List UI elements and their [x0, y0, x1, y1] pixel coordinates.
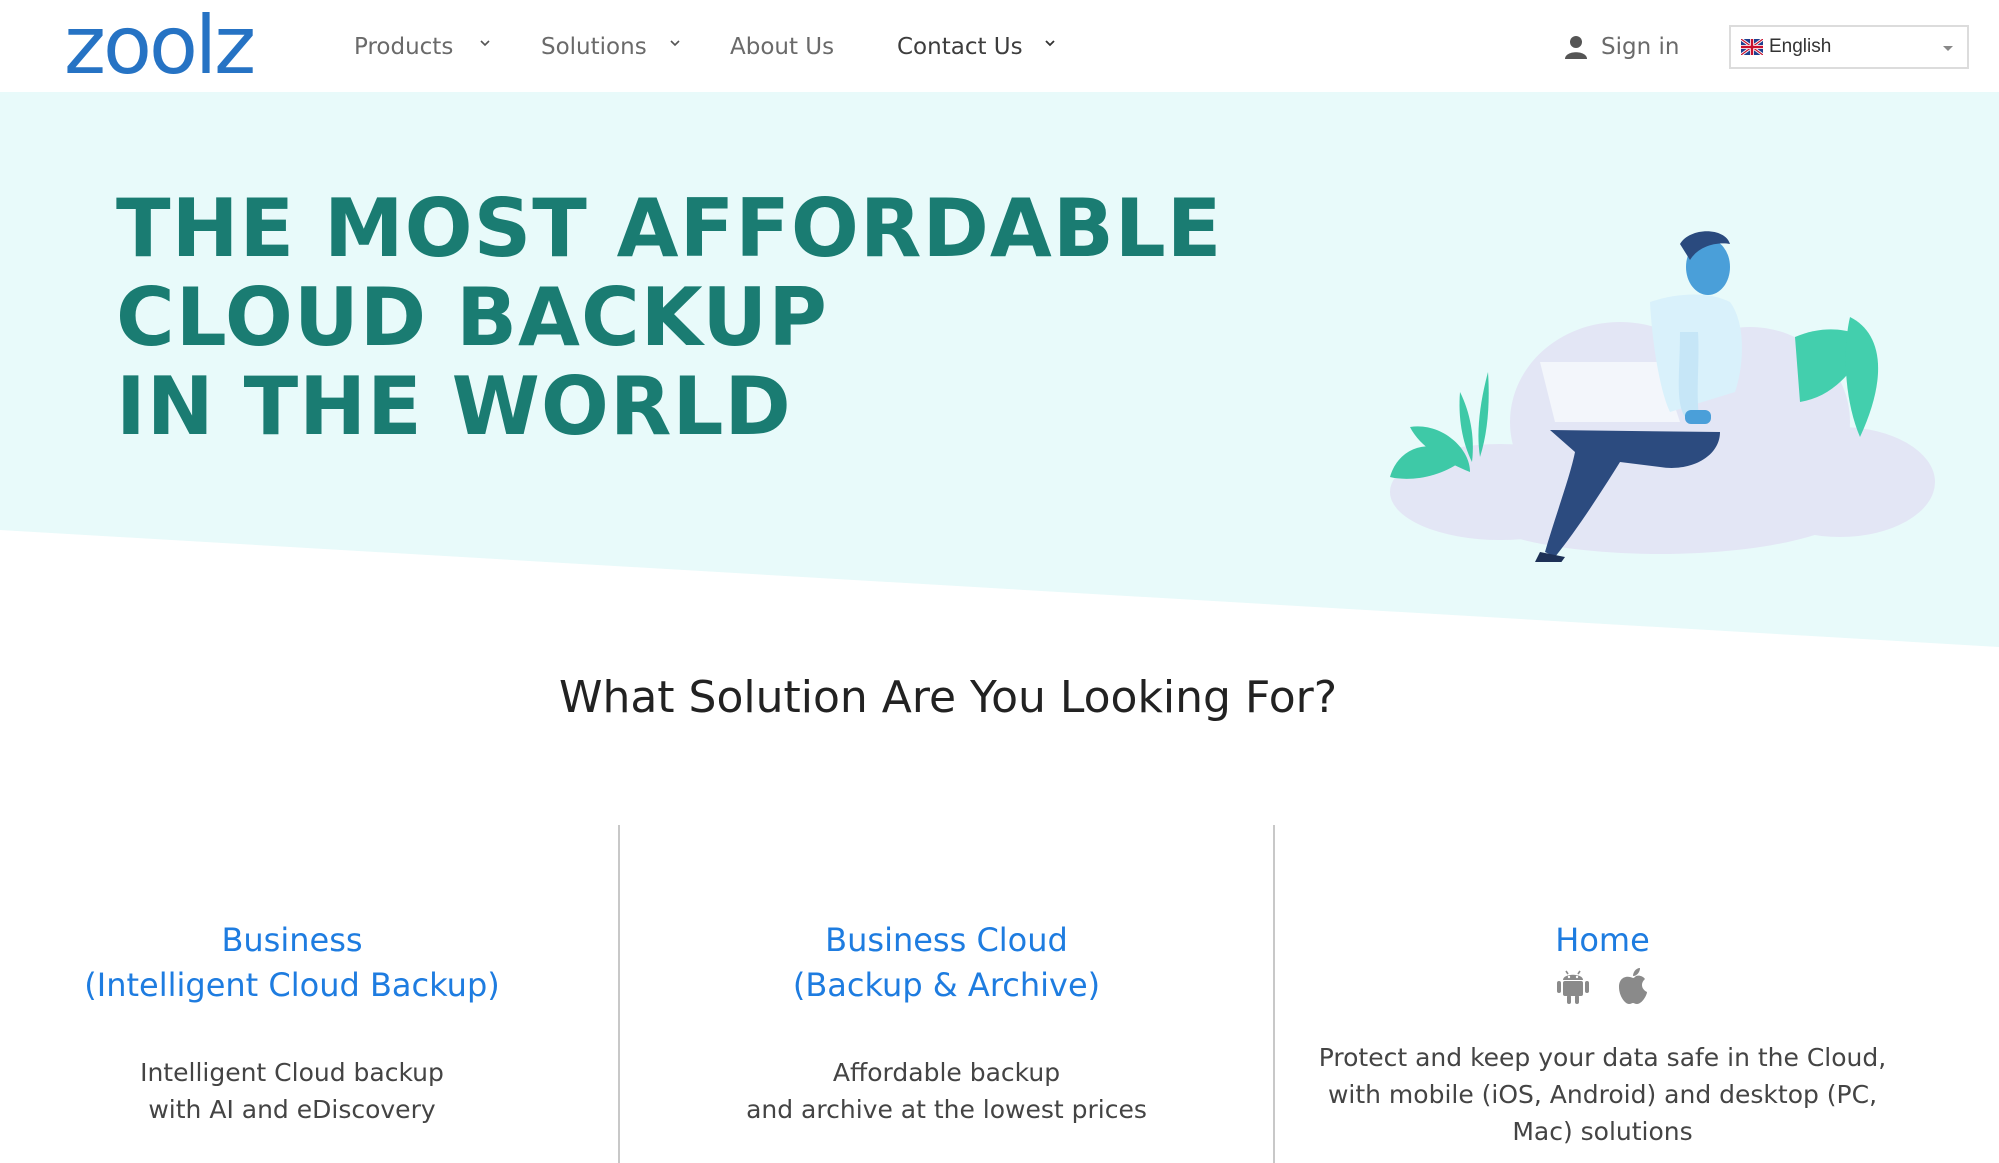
hero-section: THE MOST AFFORDABLE CLOUD BACKUP IN THE …	[0, 92, 1999, 652]
android-icon[interactable]	[1556, 968, 1589, 1004]
chevron-down-icon[interactable]	[670, 38, 680, 48]
solution-title-line[interactable]: Business	[0, 918, 584, 963]
solution-business: Business (Intelligent Cloud Backup) Inte…	[0, 918, 584, 1128]
user-icon	[1565, 36, 1587, 59]
solution-home-link[interactable]: Home	[1275, 918, 1930, 963]
zoolz-logo[interactable]: zoolz	[64, 4, 256, 88]
solution-desc-line: with mobile (iOS, Android) and desktop (…	[1327, 1080, 1878, 1109]
solution-title-line[interactable]: (Backup & Archive)	[620, 963, 1273, 1008]
solution-description: Affordable backup and archive at the low…	[620, 1054, 1273, 1128]
solution-title-line[interactable]: (Intelligent Cloud Backup)	[0, 963, 584, 1008]
solution-description: Intelligent Cloud backup with AI and eDi…	[0, 1054, 584, 1128]
sign-in-link[interactable]: Sign in	[1565, 29, 1679, 65]
solution-description: Protect and keep your data safe in the C…	[1275, 1039, 1930, 1150]
uk-flag-icon	[1741, 39, 1763, 55]
hero-title: THE MOST AFFORDABLE CLOUD BACKUP IN THE …	[116, 184, 1222, 451]
nav-products[interactable]: Products	[354, 29, 453, 65]
solution-title-line[interactable]: Home	[1275, 918, 1930, 963]
nav-about-us[interactable]: About Us	[730, 29, 834, 65]
language-selected: English	[1769, 36, 1832, 57]
hero-title-line: THE MOST AFFORDABLE	[116, 182, 1223, 275]
platform-icons	[1275, 965, 1930, 1007]
solution-desc-line: Affordable backup	[832, 1058, 1061, 1087]
chevron-down-icon[interactable]	[480, 38, 490, 48]
solution-business-cloud: Business Cloud (Backup & Archive) Afford…	[620, 918, 1273, 1128]
chevron-down-icon[interactable]	[1045, 38, 1055, 48]
sign-in-label: Sign in	[1601, 34, 1680, 60]
solutions-heading: What Solution Are You Looking For?	[558, 672, 1338, 723]
solution-desc-line: Protect and keep your data safe in the C…	[1318, 1043, 1887, 1072]
solution-home: Home Protect and keep your data safe in …	[1275, 918, 1930, 1150]
nav-contact-us[interactable]: Contact Us	[897, 29, 1023, 65]
nav-solutions[interactable]: Solutions	[541, 29, 647, 65]
solution-desc-line: Mac) solutions	[1512, 1117, 1693, 1146]
apple-icon[interactable]	[1617, 967, 1649, 1005]
solution-desc-line: and archive at the lowest prices	[746, 1095, 1147, 1124]
solution-desc-line: with AI and eDiscovery	[148, 1095, 436, 1124]
hero-title-line: CLOUD BACKUP	[116, 271, 828, 364]
caret-down-icon	[1943, 46, 1953, 51]
solution-business-link[interactable]: Business (Intelligent Cloud Backup)	[0, 918, 584, 1008]
person-on-cloud-illustration	[1390, 231, 1935, 562]
solution-desc-line: Intelligent Cloud backup	[140, 1058, 444, 1087]
solution-business-cloud-link[interactable]: Business Cloud (Backup & Archive)	[620, 918, 1273, 1008]
site-header: zoolz Products Solutions About Us Contac…	[0, 0, 1999, 92]
hero-title-line: IN THE WORLD	[116, 360, 792, 453]
solution-title-line[interactable]: Business Cloud	[620, 918, 1273, 963]
language-select[interactable]: English	[1729, 25, 1969, 69]
